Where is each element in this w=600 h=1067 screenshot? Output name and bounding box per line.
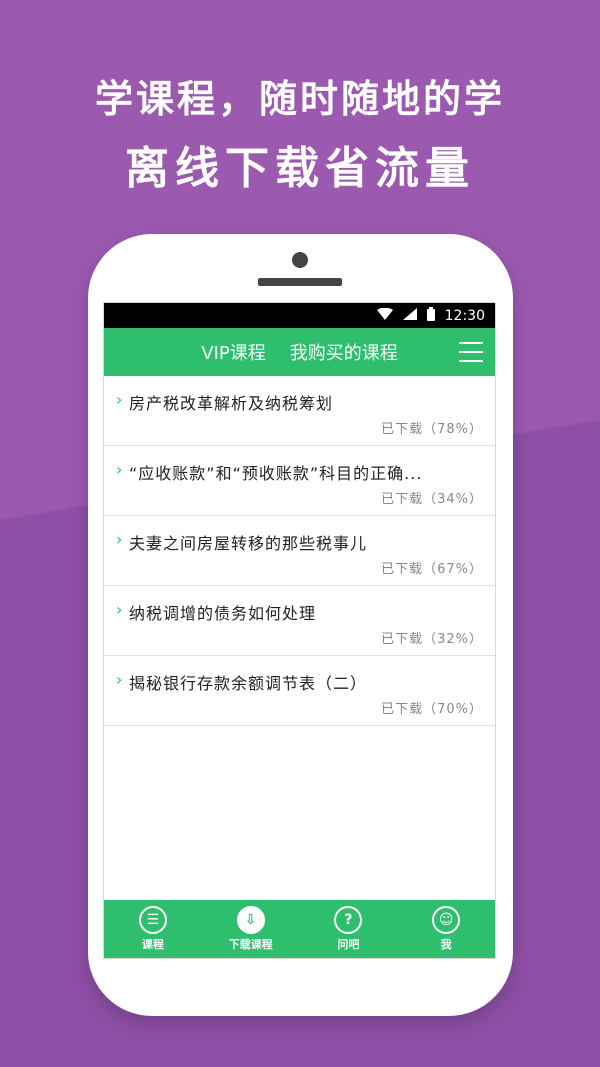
battery-icon [426,306,435,325]
bottom-tab-bar: ☰ 课程 ⇩ 下载课程 ? 问吧 ☺ 我 [104,900,495,958]
tab-label: 下载课程 [228,938,273,951]
chevron-right-icon: › [116,600,123,619]
chevron-right-icon: › [116,530,123,549]
course-title: 夫妻之间房屋转移的那些税事儿 [129,534,368,553]
tab-questions[interactable]: ? 问吧 [300,900,398,958]
tab-label: 问吧 [337,938,360,951]
download-status: 已下载（67%） [381,562,483,577]
app-header: VIP课程 我购买的课程 [104,328,495,376]
profile-icon: ☺ [432,906,461,934]
course-title: 揭秘银行存款余额调节表（二） [129,674,368,693]
book-icon: ☰ [138,906,167,934]
promo-headline: 学课程，随时随地的学 [94,77,505,121]
question-icon: ? [334,906,363,934]
tab-label: 课程 [141,938,164,951]
chevron-right-icon: › [116,460,123,479]
download-status: 已下载（70%） [381,702,483,717]
download-status: 已下载（78%） [381,422,483,437]
chevron-right-icon: › [116,390,123,409]
menu-icon[interactable] [459,342,483,362]
tab-downloads[interactable]: ⇩ 下载课程 [202,900,300,958]
promo-subheadline: 离线下载省流量 [125,143,475,194]
course-title: “应收账款”和“预收账款”科目的正确... [129,464,423,483]
tab-vip-courses[interactable]: VIP课程 [201,339,265,365]
status-time: 12:30 [444,307,485,324]
phone-camera [292,252,308,268]
list-item[interactable]: › 房产税改革解析及纳税筹划 已下载（78%） [104,376,495,446]
course-title: 房产税改革解析及纳税筹划 [129,394,334,413]
wifi-icon [376,307,393,324]
list-item[interactable]: › 夫妻之间房屋转移的那些税事儿 已下载（67%） [104,516,495,586]
status-bar: 12:30 [104,303,495,328]
list-item[interactable]: › “应收账款”和“预收账款”科目的正确... 已下载（34%） [104,446,495,516]
list-item[interactable]: › 揭秘银行存款余额调节表（二） 已下载（70%） [104,656,495,726]
app-screen: 12:30 VIP课程 我购买的课程 › 房产税改革解析及纳税筹划 已下载（78… [103,302,496,959]
tab-profile[interactable]: ☺ 我 [397,900,495,958]
phone-speaker [258,278,342,286]
course-title: 纳税调增的债务如何处理 [129,604,317,623]
tab-courses[interactable]: ☰ 课程 [104,900,202,958]
tab-purchased-courses[interactable]: 我购买的课程 [290,339,398,365]
download-status: 已下载（32%） [381,632,483,647]
course-list: › 房产税改革解析及纳税筹划 已下载（78%） › “应收账款”和“预收账款”科… [104,376,495,726]
download-icon: ⇩ [236,906,265,934]
list-item[interactable]: › 纳税调增的债务如何处理 已下载（32%） [104,586,495,656]
chevron-right-icon: › [116,670,123,689]
tab-label: 我 [440,938,452,951]
download-status: 已下载（34%） [381,492,483,507]
signal-icon [402,307,417,324]
